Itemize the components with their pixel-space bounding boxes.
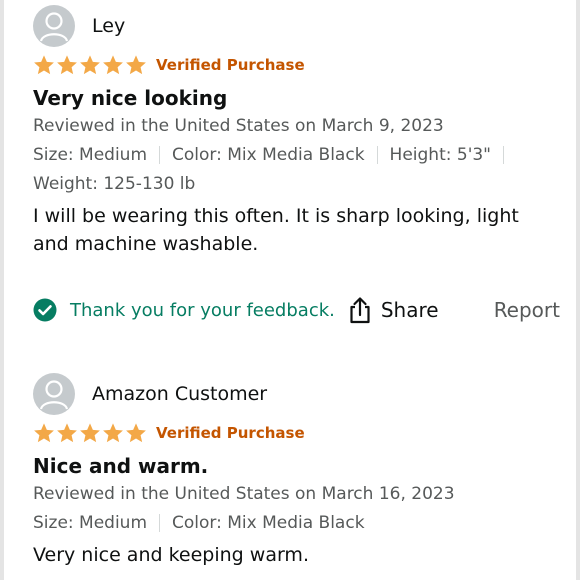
verified-purchase-badge[interactable]: Verified Purchase [156,56,305,74]
star-icon [57,423,77,443]
review-body: Very nice and keeping warm. [33,544,309,566]
review-card: Ley Verified Purchase Very nice looking … [33,5,560,258]
reviewer-profile[interactable]: Ley [33,5,560,47]
rating-row: Verified Purchase [33,54,560,76]
product-variant-line[interactable]: Size: Medium Color: Mix Media Black Height… [33,141,560,170]
share-icon [350,297,370,324]
divider [376,146,378,164]
rating-row: Verified Purchase [33,422,560,444]
review-actions: Thank you for your feedback. Share Repor… [33,294,560,326]
left-edge-strip [0,0,4,580]
avatar [33,373,75,415]
star-rating[interactable] [33,422,148,444]
variant-weight: Weight: 125-130 lb [33,174,196,194]
person-silhouette-icon [39,12,69,42]
right-edge-strip [576,0,580,580]
star-icon [126,423,146,443]
star-icon [126,55,146,75]
review-title: Very nice looking [33,86,228,110]
variant-size: Size: Medium [33,513,148,533]
reviewer-profile[interactable]: Amazon Customer [33,373,560,415]
divider [503,146,504,164]
review-card: Amazon Customer Verified Purchase Nice a… [33,373,560,569]
star-icon [103,423,123,443]
star-icon [57,55,77,75]
variant-size: Size: Medium [33,145,148,165]
review-date: Reviewed in the United States on March 1… [33,484,455,504]
check-circle-icon [33,298,57,322]
star-icon [34,423,54,443]
star-rating[interactable] [33,54,148,76]
star-icon [34,55,54,75]
feedback-confirmation: Thank you for your feedback. [70,299,335,321]
star-icon [103,55,123,75]
share-label: Share [380,298,439,322]
divider [159,146,161,164]
person-silhouette-icon [39,380,69,410]
verified-purchase-badge[interactable]: Verified Purchase [156,424,305,442]
share-button[interactable]: Share [348,296,439,324]
review-title: Nice and warm. [33,454,209,478]
variant-height: Height: 5'3" [389,145,491,165]
product-variant-line[interactable]: Size: Medium Color: Mix Media Black [33,509,560,538]
avatar [33,5,75,47]
variant-color: Color: Mix Media Black [172,513,365,533]
star-icon [80,423,100,443]
reviewer-name[interactable]: Amazon Customer [92,383,267,405]
variant-color: Color: Mix Media Black [172,145,365,165]
divider [159,514,161,532]
reviewer-name[interactable]: Ley [92,15,125,37]
report-link[interactable]: Report [494,298,560,322]
star-icon [80,55,100,75]
review-date: Reviewed in the United States on March 9… [33,116,444,136]
review-body: I will be wearing this often. It is shar… [33,205,519,255]
